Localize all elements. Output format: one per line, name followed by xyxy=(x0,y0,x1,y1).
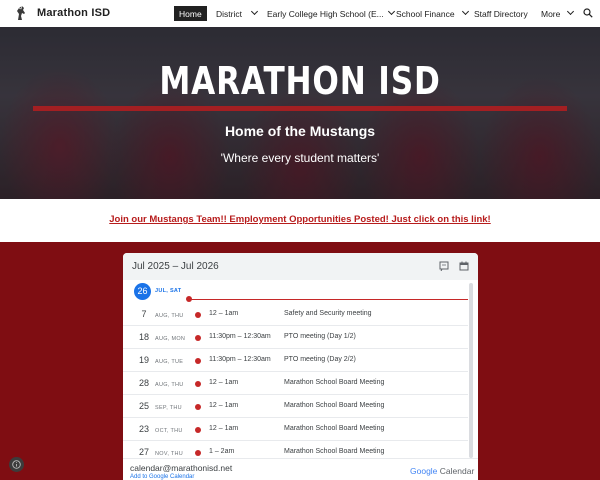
event-row[interactable]: 23 OCT, THU 12 – 1am Marathon School Boa… xyxy=(123,418,468,441)
search-icon[interactable] xyxy=(583,8,593,18)
event-weekday: AUG, MON xyxy=(155,336,186,342)
calendar-view-icon[interactable] xyxy=(459,261,469,271)
event-title[interactable]: Marathon School Board Meeting xyxy=(284,425,384,432)
nav-home[interactable]: Home xyxy=(174,6,207,21)
calendar-agenda-list: 26 JUL, SAT 7 AUG, THU 12 – 1am Safety a… xyxy=(123,280,478,458)
event-day: 19 xyxy=(138,355,149,365)
calendar-logo-text: Calendar xyxy=(439,466,475,476)
mustang-logo-icon[interactable] xyxy=(13,5,29,21)
event-color-dot xyxy=(195,312,201,318)
event-title[interactable]: Safety and Security meeting xyxy=(284,310,372,317)
nav-school-finance[interactable]: School Finance xyxy=(396,6,469,21)
hero-divider xyxy=(33,106,567,111)
employment-banner: Join our Mustangs Team!! Employment Oppo… xyxy=(0,199,600,242)
event-row[interactable]: 19 AUG, TUE 11:30pm – 12:30am PTO meetin… xyxy=(123,349,468,372)
event-title[interactable]: Marathon School Board Meeting xyxy=(284,448,384,455)
calendar-email: calendar@marathonisd.net xyxy=(130,463,233,473)
info-icon[interactable] xyxy=(9,457,24,472)
calendar-scrollbar[interactable] xyxy=(469,283,473,458)
event-row[interactable]: 28 AUG, THU 12 – 1am Marathon School Boa… xyxy=(123,372,468,395)
employment-link[interactable]: Join our Mustangs Team!! Employment Oppo… xyxy=(0,214,600,225)
event-color-dot xyxy=(195,335,201,341)
event-time: 11:30pm – 12:30am xyxy=(209,356,271,363)
top-nav: Marathon ISD Home District Early College… xyxy=(0,0,600,27)
hero-image-overlay xyxy=(0,27,600,199)
calendar-date-range: Jul 2025 – Jul 2026 xyxy=(132,261,219,272)
google-calendar-embed: Jul 2025 – Jul 2026 26 JUL, SAT 7 AUG, T… xyxy=(123,253,478,480)
nav-district-label: District xyxy=(216,8,242,19)
nav-school-finance-label: School Finance xyxy=(396,8,455,19)
event-day: 27 xyxy=(138,447,149,457)
current-time-line xyxy=(189,298,468,300)
event-time: 1 – 2am xyxy=(209,448,235,455)
calendar-footer: calendar@marathonisd.net Add to Google C… xyxy=(123,458,478,480)
event-color-dot xyxy=(195,404,201,410)
site-title[interactable]: Marathon ISD xyxy=(37,7,110,19)
calendar-header: Jul 2025 – Jul 2026 xyxy=(123,253,478,280)
event-day: 28 xyxy=(138,378,149,388)
event-time: 12 – 1am xyxy=(209,425,239,432)
event-day: 7 xyxy=(141,309,147,319)
event-color-dot xyxy=(195,450,201,456)
chevron-down-icon[interactable] xyxy=(387,7,395,16)
event-color-dot xyxy=(195,381,201,387)
nav-staff-directory-label: Staff Directory xyxy=(474,8,528,19)
info-glyph-icon xyxy=(12,460,21,469)
nav-more[interactable]: More xyxy=(541,6,575,21)
event-time: 12 – 1am xyxy=(209,310,239,317)
event-color-dot xyxy=(195,427,201,433)
event-row[interactable]: 27 NOV, THU 1 – 2am Marathon School Boar… xyxy=(123,441,468,458)
nav-more-label: More xyxy=(541,8,561,19)
event-weekday: OCT, THU xyxy=(155,428,183,434)
today-row: 26 JUL, SAT xyxy=(123,282,468,302)
event-row[interactable]: 25 SEP, THU 12 – 1am Marathon School Boa… xyxy=(123,395,468,418)
event-weekday: NOV, THU xyxy=(155,451,184,457)
event-day: 18 xyxy=(138,332,149,342)
event-weekday: AUG, THU xyxy=(155,313,184,319)
event-row[interactable]: 18 AUG, MON 11:30pm – 12:30am PTO meetin… xyxy=(123,326,468,349)
chevron-down-icon[interactable] xyxy=(461,7,469,16)
event-time: 12 – 1am xyxy=(209,379,239,386)
event-weekday: AUG, THU xyxy=(155,382,184,388)
today-date-badge[interactable]: 26 xyxy=(134,283,151,300)
event-row[interactable]: 7 AUG, THU 12 – 1am Safety and Security … xyxy=(123,303,468,326)
event-time: 12 – 1am xyxy=(209,402,239,409)
nav-home-label: Home xyxy=(179,8,202,19)
event-title[interactable]: Marathon School Board Meeting xyxy=(284,402,384,409)
hero-banner: MARATHON ISD Home of the Mustangs 'Where… xyxy=(0,27,600,199)
event-day: 25 xyxy=(138,401,149,411)
hero-title: MARATHON ISD xyxy=(159,59,441,103)
chevron-down-icon[interactable] xyxy=(250,7,259,16)
hero-subtitle: Home of the Mustangs xyxy=(224,123,376,139)
chevron-down-icon[interactable] xyxy=(567,7,575,16)
event-title[interactable]: PTO meeting (Day 2/2) xyxy=(284,356,356,363)
google-calendar-logo[interactable]: Google Calendar xyxy=(410,466,474,476)
event-day: 23 xyxy=(138,424,149,434)
add-to-google-calendar-link[interactable]: Add to Google Calendar xyxy=(130,474,194,480)
event-title[interactable]: Marathon School Board Meeting xyxy=(284,379,384,386)
event-color-dot xyxy=(195,358,201,364)
google-logo-text: Google xyxy=(410,466,438,476)
event-weekday: AUG, TUE xyxy=(155,359,184,365)
nav-district[interactable]: District xyxy=(216,6,259,21)
event-title[interactable]: PTO meeting (Day 1/2) xyxy=(284,333,356,340)
agenda-view-icon[interactable] xyxy=(439,261,449,271)
event-time: 11:30pm – 12:30am xyxy=(209,333,271,340)
today-weekday-label: JUL, SAT xyxy=(155,288,182,294)
hero-quote: 'Where every student matters' xyxy=(220,151,380,165)
nav-early-college-label: Early College High School (E... xyxy=(267,8,384,19)
nav-staff-directory[interactable]: Staff Directory xyxy=(474,6,528,21)
nav-early-college[interactable]: Early College High School (E... xyxy=(267,6,395,21)
event-weekday: SEP, THU xyxy=(155,405,182,411)
